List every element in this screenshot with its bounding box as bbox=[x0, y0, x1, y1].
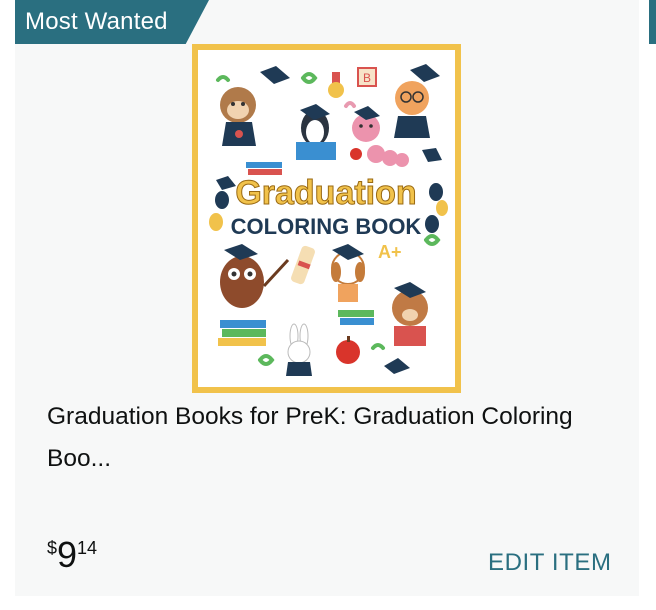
next-card-edge bbox=[649, 0, 656, 44]
rabbit-graduate-icon bbox=[286, 323, 312, 376]
svg-text:B: B bbox=[363, 71, 371, 85]
price-whole: 9 bbox=[57, 534, 78, 575]
edit-item-button[interactable]: EDIT ITEM bbox=[488, 549, 612, 577]
medal-icon bbox=[328, 72, 344, 98]
most-wanted-badge: Most Wanted bbox=[15, 0, 209, 44]
product-title[interactable]: Graduation Books for PreK: Graduation Co… bbox=[47, 396, 587, 480]
monkey-graduate-icon bbox=[220, 87, 256, 146]
price-symbol: $ bbox=[47, 538, 58, 558]
bear-reading-icon bbox=[392, 282, 428, 346]
cover-title-line1: Graduation bbox=[235, 174, 416, 212]
price-fraction: 14 bbox=[77, 538, 98, 558]
price: $914 bbox=[47, 534, 97, 576]
penguin-reading-icon bbox=[296, 104, 336, 160]
dog-graduate-icon bbox=[331, 244, 365, 302]
grade-a-plus-icon: A+ bbox=[378, 242, 402, 262]
owl-graduate-icon bbox=[220, 244, 290, 308]
cover-title-line2: COLORING BOOK bbox=[231, 214, 422, 239]
diploma-icon bbox=[291, 245, 315, 285]
cover-art: B Graduation COLORING BOOK A+ bbox=[209, 64, 448, 376]
badge-label: Most Wanted bbox=[25, 8, 168, 35]
abc-block-icon: B bbox=[357, 67, 377, 87]
product-image[interactable]: B Graduation COLORING BOOK A+ bbox=[192, 44, 461, 393]
cat-graduate-icon bbox=[394, 81, 430, 138]
